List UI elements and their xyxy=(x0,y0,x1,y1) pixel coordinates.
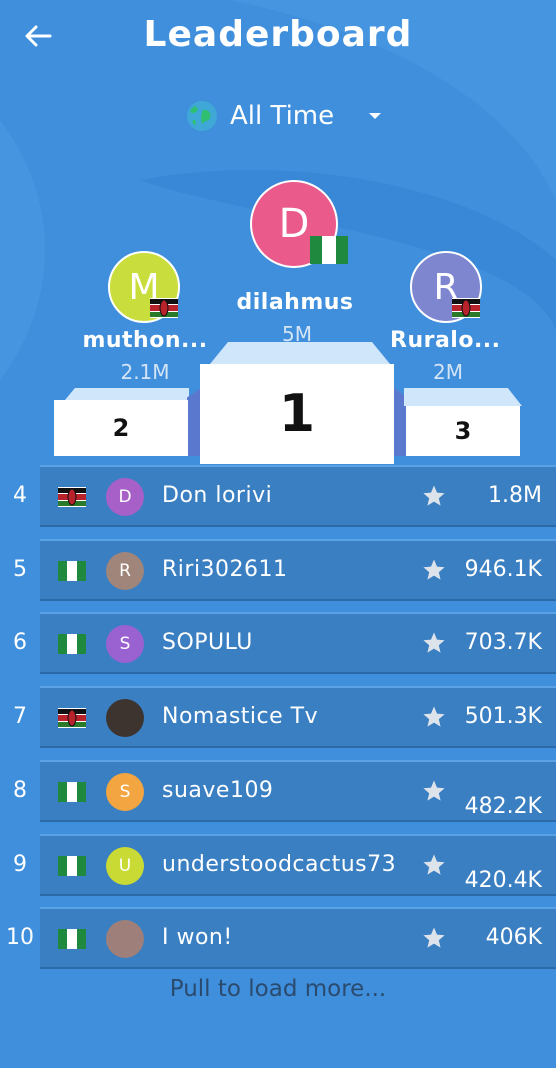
kenya-flag-icon xyxy=(58,708,86,728)
row-rank: 9 xyxy=(13,852,27,877)
avatar[interactable]: S xyxy=(106,625,144,663)
leaderboard-row[interactable]: Nomastice Tv 501.3K xyxy=(40,686,556,748)
nigeria-flag-icon xyxy=(58,634,86,654)
podium-third-top xyxy=(404,388,522,406)
nigeria-flag-icon xyxy=(58,856,86,876)
row-flag xyxy=(58,487,86,511)
row-flag xyxy=(58,782,86,806)
row-flag xyxy=(58,634,86,658)
filter-label: All Time xyxy=(230,101,335,131)
row-flag xyxy=(58,856,86,880)
nigeria-flag-icon xyxy=(310,236,348,264)
avatar-initial: D xyxy=(278,201,310,247)
nigeria-flag-icon xyxy=(58,782,86,802)
player-name: Don lorivi xyxy=(162,483,273,508)
podium-rank-label: 1 xyxy=(278,384,316,444)
leaderboard-row[interactable]: I won! 406K xyxy=(40,907,556,969)
leaderboard-row[interactable]: D Don lorivi 1.8M xyxy=(40,465,556,527)
star-icon xyxy=(423,706,445,727)
time-filter-dropdown[interactable]: All Time xyxy=(186,96,382,136)
player-name: Riri302611 xyxy=(162,557,288,582)
avatar[interactable] xyxy=(106,920,144,958)
avatar[interactable]: U xyxy=(106,847,144,885)
leaderboard-row[interactable]: Uunderstoodcactus73 420.4K xyxy=(40,834,556,896)
leaderboard-row[interactable]: Ssuave109 482.2K xyxy=(40,760,556,822)
row-rank: 6 xyxy=(13,630,27,655)
kenya-flag-icon xyxy=(150,298,178,318)
player-name: understoodcactus73 xyxy=(162,852,397,877)
podium-second-side xyxy=(187,388,201,456)
podium-first-name: dilahmus xyxy=(236,290,354,315)
podium-second-score: 2.1M xyxy=(120,360,170,384)
avatar-initial: D xyxy=(118,487,132,507)
star-icon xyxy=(423,559,445,580)
app-header: Leaderboard xyxy=(0,0,556,72)
row-rank: 10 xyxy=(6,925,34,950)
player-score: 1.8M xyxy=(488,483,542,508)
podium-third-score: 2M xyxy=(433,360,463,384)
avatar[interactable]: S xyxy=(106,773,144,811)
nigeria-flag-icon xyxy=(58,561,86,581)
page-title: Leaderboard xyxy=(143,14,413,55)
podium-second-top xyxy=(65,388,189,400)
row-rank: 8 xyxy=(13,778,27,803)
podium-first-block: 1 xyxy=(200,364,394,464)
pull-to-load-more[interactable]: Pull to load more... xyxy=(0,976,556,1002)
avatar-initial: S xyxy=(119,634,131,654)
player-score: 420.4K xyxy=(464,868,542,893)
player-score: 703.7K xyxy=(464,630,542,655)
row-flag xyxy=(58,561,86,585)
row-rank: 4 xyxy=(13,483,27,508)
player-score: 406K xyxy=(485,925,542,950)
podium-rank-label: 3 xyxy=(454,417,472,445)
star-icon xyxy=(423,780,445,801)
podium-rank-label: 2 xyxy=(112,414,130,442)
player-score: 501.3K xyxy=(464,704,542,729)
podium-third-block: 3 xyxy=(406,406,520,456)
globe-icon xyxy=(187,101,217,131)
avatar-initial: U xyxy=(118,856,132,876)
avatar[interactable]: R xyxy=(106,552,144,590)
kenya-flag-icon xyxy=(58,487,86,507)
player-name: SOPULU xyxy=(162,630,253,655)
podium-third-name: Ruralo... xyxy=(390,328,501,353)
avatar-initial: R xyxy=(119,561,131,581)
star-icon xyxy=(423,927,445,948)
avatar-initial: S xyxy=(119,782,131,802)
star-icon xyxy=(423,854,445,875)
leaderboard-row[interactable]: S SOPULU 703.7K xyxy=(40,612,556,674)
row-rank: 7 xyxy=(13,704,27,729)
kenya-flag-icon xyxy=(452,298,480,318)
podium-second-name: muthon... xyxy=(82,328,208,353)
player-score: 482.2K xyxy=(464,794,542,819)
caret-down-icon xyxy=(369,113,382,119)
avatar[interactable] xyxy=(106,699,144,737)
row-flag xyxy=(58,929,86,953)
leaderboard-row[interactable]: R Riri302611 946.1K xyxy=(40,539,556,601)
row-rank: 5 xyxy=(13,557,27,582)
podium-second-block: 2 xyxy=(54,400,188,456)
star-icon xyxy=(423,632,445,653)
star-icon xyxy=(423,485,445,506)
row-flag xyxy=(58,708,86,732)
nigeria-flag-icon xyxy=(58,929,86,949)
avatar[interactable]: D xyxy=(106,478,144,516)
player-name: suave109 xyxy=(162,778,274,803)
podium-first-top xyxy=(210,342,390,364)
player-name: Nomastice Tv xyxy=(162,704,319,729)
player-name: I won! xyxy=(162,925,233,950)
player-score: 946.1K xyxy=(464,557,542,582)
